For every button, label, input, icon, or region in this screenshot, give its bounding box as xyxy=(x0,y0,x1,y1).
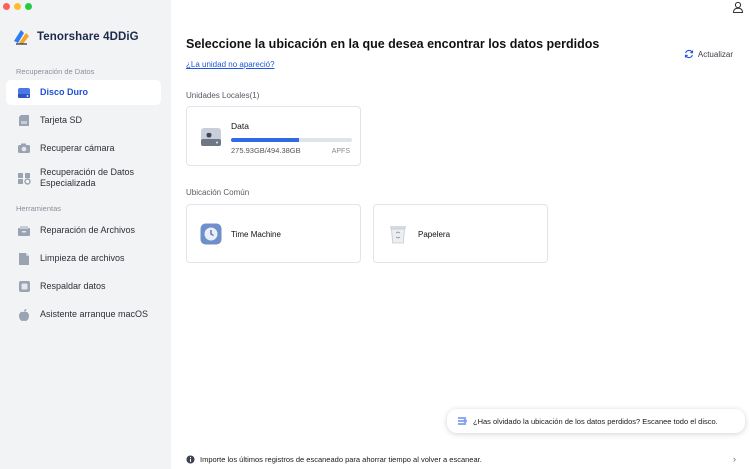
camera-icon xyxy=(17,142,31,156)
refresh-label: Actualizar xyxy=(697,49,733,59)
drive-card-data[interactable]: Data 275.93GB/494.38GB APFS xyxy=(186,106,361,166)
window-controls xyxy=(3,3,32,10)
location-card-papelera[interactable]: Papelera xyxy=(373,204,548,263)
sd-card-icon xyxy=(17,114,31,128)
sidebar-item-label: Asistente arranque macOS xyxy=(40,309,149,319)
sidebar-item-recuperar-camara[interactable]: Recuperar cámara xyxy=(6,136,161,161)
sidebar-item-label: Reparación de Archivos xyxy=(40,225,136,235)
close-window-button[interactable] xyxy=(3,3,10,10)
main-panel: Seleccione la ubicación en la que desea … xyxy=(171,0,750,469)
sidebar-item-tarjeta-sd[interactable]: Tarjeta SD xyxy=(6,108,161,133)
drive-filesystem: APFS xyxy=(331,148,350,155)
minimize-window-button[interactable] xyxy=(14,3,21,10)
file-repair-icon xyxy=(17,224,31,238)
refresh-icon xyxy=(684,49,694,59)
sidebar-item-label: Disco Duro xyxy=(40,87,89,97)
sidebar-item-label: Respaldar datos xyxy=(40,281,106,291)
hard-drive-icon xyxy=(17,86,31,100)
page-title: Seleccione la ubicación en la que desea … xyxy=(186,37,600,51)
common-locations-label: Ubicación Común xyxy=(186,188,250,197)
section-label-tools: Herramientas xyxy=(16,204,62,213)
location-label: Papelera xyxy=(418,230,451,239)
sidebar-item-limpieza-archivos[interactable]: Limpieza de archivos xyxy=(6,246,161,271)
brand: Tenorshare 4DDiG xyxy=(11,27,139,47)
missing-drive-link[interactable]: ¿La unidad no apareció? xyxy=(186,60,275,69)
sidebar-item-label: Tarjeta SD xyxy=(40,115,83,125)
app-logo-icon xyxy=(14,30,29,45)
sidebar-item-recuperacion-especializada[interactable]: Recuperación de Datos Especializada xyxy=(6,164,161,192)
apple-icon xyxy=(17,308,31,322)
location-card-time-machine[interactable]: Time Machine xyxy=(186,204,361,263)
backup-icon xyxy=(17,280,31,294)
zoom-window-button[interactable] xyxy=(25,3,32,10)
sidebar-item-label: Limpieza de archivos xyxy=(40,253,125,263)
sidebar-item-label: Recuperación de Datos Especializada xyxy=(40,167,135,188)
location-label: Time Machine xyxy=(231,230,281,239)
sidebar-item-respaldar-datos[interactable]: Respaldar datos xyxy=(6,274,161,299)
section-label-recovery: Recuperación de Datos xyxy=(16,67,95,76)
sidebar-item-disco-duro[interactable]: Disco Duro xyxy=(6,80,161,105)
chevron-right-icon: › xyxy=(733,454,736,464)
refresh-button[interactable]: Actualizar xyxy=(684,49,733,59)
import-records-text: Importe los últimos registros de escanea… xyxy=(200,454,482,464)
file-cleanup-icon xyxy=(17,252,31,266)
sidebar-item-label: Recuperar cámara xyxy=(40,143,115,153)
specialized-recovery-icon xyxy=(17,171,31,185)
sidebar: Tenorshare 4DDiG Recuperación de Datos D… xyxy=(0,0,171,469)
drive-usage-bar xyxy=(231,138,352,142)
drive-usage-text: 275.93GB/494.38GB xyxy=(231,146,301,155)
import-scan-records-bar[interactable]: Importe los últimos registros de escanea… xyxy=(171,449,750,469)
mac-drive-icon xyxy=(201,128,221,146)
scan-prompt-text: ¿Has olvidado la ubicación de los datos … xyxy=(473,416,718,426)
trash-icon xyxy=(390,226,406,244)
local-drives-label: Unidades Locales(1) xyxy=(186,91,260,100)
drive-name: Data xyxy=(231,121,249,131)
app-name: Tenorshare 4DDiG xyxy=(37,31,139,43)
sidebar-item-reparacion-archivos[interactable]: Reparación de Archivos xyxy=(6,218,161,243)
drive-usage-fill xyxy=(231,138,299,142)
scan-whole-disk-prompt[interactable]: ¿Has olvidado la ubicación de los datos … xyxy=(447,409,745,433)
list-scan-icon xyxy=(458,417,467,425)
info-icon xyxy=(186,454,195,464)
time-machine-icon xyxy=(200,223,222,245)
user-account-icon[interactable] xyxy=(732,1,744,13)
sidebar-item-asistente-macos[interactable]: Asistente arranque macOS xyxy=(6,302,161,327)
